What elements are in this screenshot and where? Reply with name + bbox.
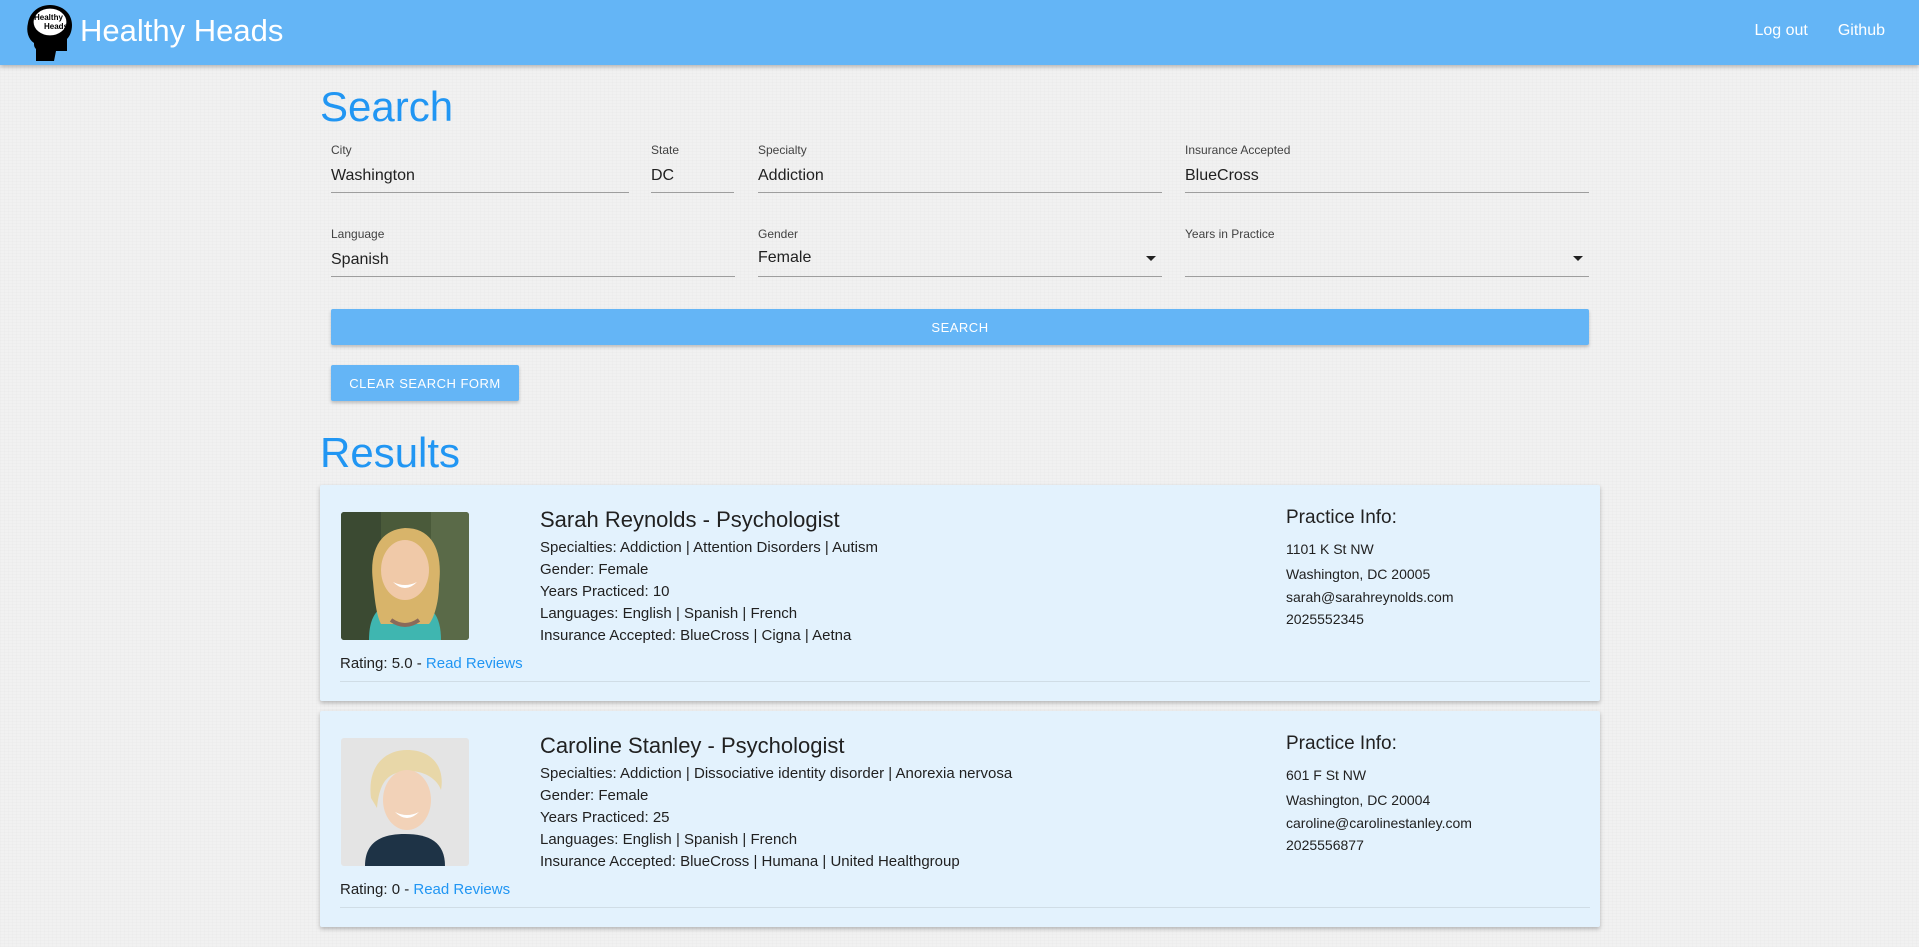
practice-address-line2: Washington, DC 20004 [1286, 792, 1431, 808]
practice-address-line1: 1101 K St NW [1286, 541, 1374, 557]
clear-search-form-button[interactable]: CLEAR SEARCH FORM [331, 365, 519, 401]
practice-info-title: Practice Info: [1286, 733, 1397, 754]
doctor-insurance: Insurance Accepted: BlueCross | Cigna | … [540, 627, 852, 644]
logo-text-healthy: Healthy [34, 13, 63, 22]
doctor-rating: Rating: 5.0 - Read Reviews [340, 655, 523, 672]
rating-text: Rating: 5.0 - [340, 655, 426, 672]
search-heading: Search [320, 83, 454, 130]
head-brain-logo-icon: Healthy Heads [26, 3, 74, 63]
results-heading: Results [320, 429, 461, 476]
gender-select-value: Female [758, 249, 812, 266]
doctor-gender: Gender: Female [540, 561, 649, 578]
practice-phone: 2025552345 [1286, 611, 1364, 627]
language-field: Language [331, 227, 735, 279]
card-divider [340, 681, 1590, 682]
years-select[interactable] [1185, 244, 1589, 277]
result-card: Sarah Reynolds - Psychologist Specialtie… [320, 485, 1600, 701]
doctor-name: Caroline Stanley - Psychologist [540, 733, 845, 758]
search-button[interactable]: SEARCH [331, 309, 1589, 345]
specialty-label: Specialty [758, 143, 807, 157]
specialty-input[interactable] [758, 160, 1162, 193]
brand-title: Healthy Heads [80, 13, 284, 48]
caret-down-icon [1146, 256, 1156, 261]
doctor-years: Years Practiced: 10 [540, 583, 670, 600]
read-reviews-link[interactable]: Read Reviews [426, 655, 523, 672]
practice-phone: 2025556877 [1286, 837, 1364, 853]
doctor-photo [341, 512, 469, 640]
top-navbar: Healthy Heads Healthy Heads Log out Gith… [0, 0, 1919, 65]
doctor-rating: Rating: 0 - Read Reviews [340, 881, 510, 898]
state-field: State [651, 143, 734, 195]
language-input[interactable] [331, 244, 735, 277]
doctor-years: Years Practiced: 25 [540, 809, 670, 826]
github-link[interactable]: Github [1838, 22, 1885, 40]
state-label: State [651, 143, 680, 157]
doctor-name: Sarah Reynolds - Psychologist [540, 507, 840, 532]
state-input[interactable] [651, 160, 734, 193]
read-reviews-link[interactable]: Read Reviews [413, 881, 510, 898]
city-label: City [331, 143, 352, 157]
practice-address-line1: 601 F St NW [1286, 767, 1367, 783]
years-label: Years in Practice [1185, 227, 1275, 241]
practice-address-line2: Washington, DC 20005 [1286, 566, 1431, 582]
nav-links: Log out Github [1754, 22, 1885, 40]
specialty-field: Specialty [758, 143, 1162, 195]
caret-down-icon [1573, 256, 1583, 261]
city-field: City [331, 143, 629, 195]
language-label: Language [331, 227, 385, 241]
logout-link[interactable]: Log out [1754, 22, 1807, 40]
doctor-insurance: Insurance Accepted: BlueCross | Humana |… [540, 853, 960, 870]
doctor-gender: Gender: Female [540, 787, 649, 804]
doctor-languages: Languages: English | Spanish | French [540, 605, 798, 622]
insurance-field: Insurance Accepted [1185, 143, 1589, 195]
gender-field: Gender Female [758, 227, 1162, 279]
years-field: Years in Practice [1185, 227, 1589, 279]
rating-text: Rating: 0 - [340, 881, 414, 898]
logo-text-heads: Heads [44, 22, 69, 31]
card-divider [340, 907, 1590, 908]
result-card: Caroline Stanley - Psychologist Specialt… [320, 711, 1600, 927]
insurance-input[interactable] [1185, 160, 1589, 193]
gender-select[interactable]: Female [758, 244, 1162, 277]
doctor-specialties: Specialties: Addiction | Attention Disor… [540, 539, 878, 556]
practice-info-title: Practice Info: [1286, 507, 1397, 528]
practice-email: sarah@sarahreynolds.com [1286, 589, 1454, 605]
doctor-languages: Languages: English | Spanish | French [540, 831, 798, 848]
doctor-specialties: Specialties: Addiction | Dissociative id… [540, 765, 1013, 782]
brand-home-link[interactable]: Healthy Heads Healthy Heads [26, 3, 283, 63]
gender-label: Gender [758, 227, 799, 241]
doctor-photo [341, 738, 469, 866]
practice-email: caroline@carolinestanley.com [1286, 815, 1472, 831]
city-input[interactable] [331, 160, 629, 193]
insurance-label: Insurance Accepted [1185, 143, 1291, 157]
